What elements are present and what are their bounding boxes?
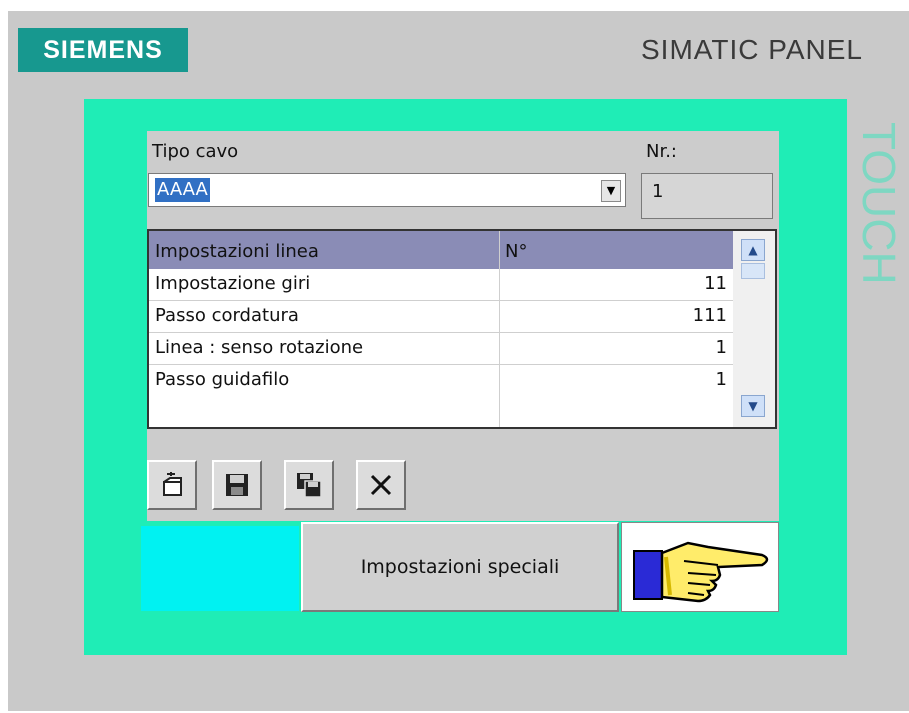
tipo-cavo-select[interactable]: AAAA ▼ xyxy=(148,173,626,207)
row-name: Impostazione giri xyxy=(155,273,311,294)
tipo-cavo-value: AAAA xyxy=(155,178,210,202)
save-as-button[interactable] xyxy=(284,460,334,510)
save-icon xyxy=(226,474,248,496)
nr-value: 1 xyxy=(652,181,664,202)
column-header-number: N° xyxy=(505,241,528,262)
row-value: 111 xyxy=(692,305,727,326)
simatic-panel-label: SIMATIC PANEL xyxy=(641,34,864,65)
row-value: 11 xyxy=(704,273,727,294)
table-scrollbar[interactable]: ▲ ▼ xyxy=(733,231,775,427)
scroll-up-icon[interactable]: ▲ xyxy=(741,239,765,261)
row-value: 1 xyxy=(715,337,727,358)
save-button[interactable] xyxy=(212,460,262,510)
scrollbar-thumb[interactable] xyxy=(741,263,765,279)
table-row[interactable]: Impostazione giri 11 xyxy=(149,269,733,301)
status-indicator xyxy=(141,526,299,611)
delete-button[interactable] xyxy=(356,460,406,510)
column-header-settings: Impostazioni linea xyxy=(155,241,319,262)
nr-label: Nr.: xyxy=(646,141,677,162)
table-row[interactable]: Passo guidafilo 1 xyxy=(149,365,733,397)
line-settings-table: Impostazioni linea N° Impostazione giri … xyxy=(147,229,777,429)
table-header: Impostazioni linea N° xyxy=(149,231,733,269)
row-name: Linea : senso rotazione xyxy=(155,337,364,358)
siemens-logo: SIEMENS xyxy=(18,28,188,72)
new-record-icon xyxy=(163,472,182,496)
touch-label: TOUCH xyxy=(853,122,905,285)
row-name: Passo guidafilo xyxy=(155,369,290,390)
column-divider xyxy=(499,231,500,427)
special-settings-button[interactable]: Impostazioni speciali xyxy=(301,522,619,612)
close-icon xyxy=(370,474,392,496)
pointing-hand-icon xyxy=(633,541,769,603)
scroll-down-icon[interactable]: ▼ xyxy=(741,395,765,417)
table-row[interactable]: Passo cordatura 111 xyxy=(149,301,733,333)
row-name: Passo cordatura xyxy=(155,305,299,326)
chevron-down-icon[interactable]: ▼ xyxy=(601,180,621,202)
new-record-button[interactable] xyxy=(147,460,197,510)
nr-field: 1 xyxy=(641,173,773,219)
table-row[interactable]: Linea : senso rotazione 1 xyxy=(149,333,733,365)
save-as-icon xyxy=(297,473,322,498)
tipo-cavo-label: Tipo cavo xyxy=(152,141,239,162)
row-value: 1 xyxy=(715,369,727,390)
next-page-button[interactable] xyxy=(621,522,779,612)
